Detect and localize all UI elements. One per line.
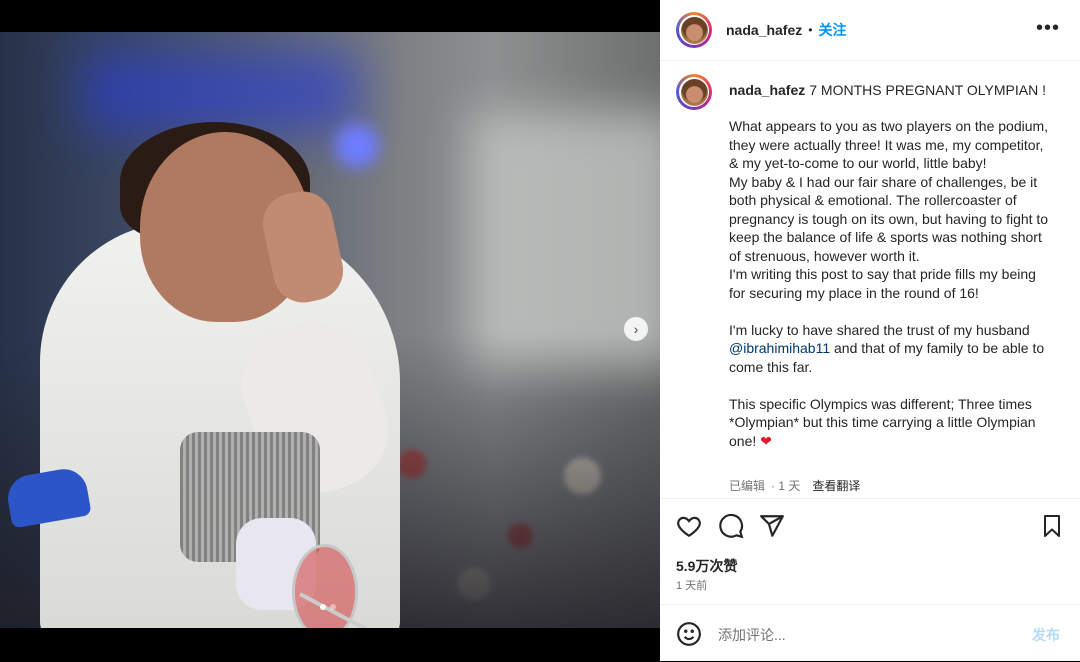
header-username[interactable]: nada_hafez bbox=[726, 22, 802, 38]
caption-text: What appears to you as two players on th… bbox=[729, 117, 1054, 450]
post-panel: nada_hafez • 关注 ••• nada_hafez 7 MONTHS P… bbox=[660, 0, 1080, 661]
media-viewer: › bbox=[0, 0, 660, 661]
comment-bar: 发布 bbox=[660, 604, 1080, 662]
post-comment-button[interactable]: 发布 bbox=[1032, 625, 1060, 645]
action-bar bbox=[660, 498, 1080, 553]
caption-paragraph-2: I'm lucky to have shared the trust of my… bbox=[729, 322, 1044, 375]
share-send-icon[interactable] bbox=[759, 513, 785, 544]
more-options-button[interactable]: ••• bbox=[1036, 18, 1060, 38]
caption-paragraph-3: This specific Olympics was different; Th… bbox=[729, 396, 1036, 449]
edited-label: 已编辑 bbox=[729, 479, 766, 493]
caption-meta: 已编辑 · 1 天查看翻译 bbox=[729, 477, 860, 494]
caption-paragraph-1: What appears to you as two players on th… bbox=[729, 118, 1049, 301]
carousel-dot bbox=[330, 604, 336, 610]
comment-input[interactable] bbox=[716, 623, 1020, 647]
emoji-smiley-icon[interactable] bbox=[676, 621, 702, 652]
edited-time: · 1 天 bbox=[771, 479, 801, 493]
post-header: nada_hafez • 关注 ••• bbox=[660, 0, 1080, 61]
likes-count[interactable]: 5.9万次赞 bbox=[676, 556, 737, 576]
carousel-indicator bbox=[320, 604, 336, 610]
caption-p3-text: This specific Olympics was different; Th… bbox=[729, 395, 1036, 449]
save-bookmark-icon[interactable] bbox=[1040, 513, 1064, 544]
next-slide-button[interactable]: › bbox=[624, 317, 648, 341]
carousel-dot-active bbox=[320, 604, 326, 610]
separator-dot: • bbox=[808, 23, 813, 37]
comment-icon[interactable] bbox=[718, 513, 744, 544]
caption-p2-before: I'm lucky to have shared the trust of my… bbox=[729, 321, 1030, 338]
caption-title: 7 MONTHS PREGNANT OLYMPIAN ! bbox=[809, 82, 1046, 98]
heart-emoji-icon: ❤ bbox=[760, 432, 772, 449]
see-translation-link[interactable]: 查看翻译 bbox=[812, 479, 860, 493]
post-photo bbox=[0, 32, 660, 628]
caption-avatar[interactable] bbox=[676, 74, 712, 110]
post-time[interactable]: 1 天前 bbox=[676, 577, 707, 593]
caption-header: nada_hafez 7 MONTHS PREGNANT OLYMPIAN ! bbox=[729, 81, 1059, 99]
like-heart-icon[interactable] bbox=[676, 513, 702, 544]
mention-link[interactable]: @ibrahimihab11 bbox=[729, 340, 830, 356]
caption-section: nada_hafez 7 MONTHS PREGNANT OLYMPIAN ! W… bbox=[660, 60, 1080, 498]
follow-button[interactable]: 关注 bbox=[818, 20, 846, 40]
avatar[interactable] bbox=[676, 12, 712, 48]
chevron-right-icon: › bbox=[633, 321, 639, 337]
caption-username[interactable]: nada_hafez bbox=[729, 82, 805, 98]
